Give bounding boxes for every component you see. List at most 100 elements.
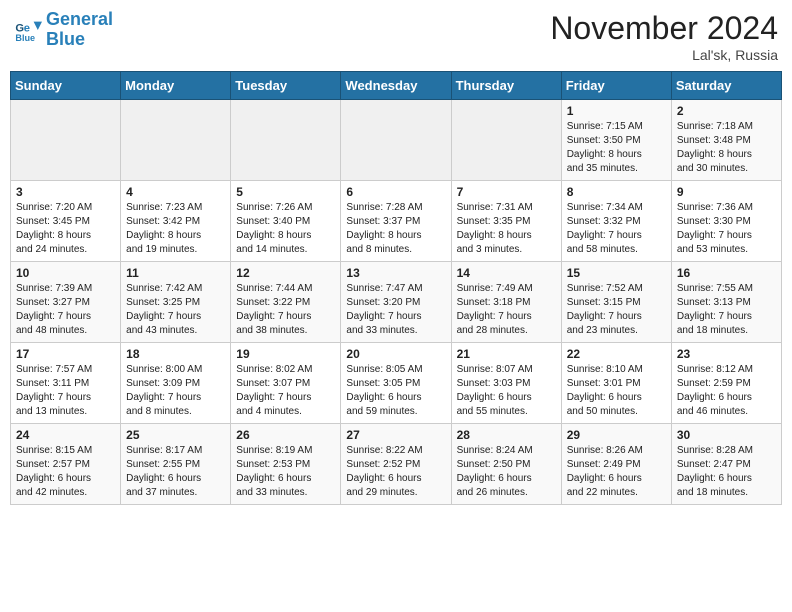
day-cell: 18 Sunrise: 8:00 AMSunset: 3:09 PMDayligh…	[121, 343, 231, 424]
day-cell: 14 Sunrise: 7:49 AMSunset: 3:18 PMDayligh…	[451, 262, 561, 343]
month-year: November 2024	[550, 10, 778, 47]
day-info: Sunrise: 8:26 AMSunset: 2:49 PMDaylight:…	[567, 444, 666, 500]
day-cell: 29 Sunrise: 8:26 AMSunset: 2:49 PMDayligh…	[561, 424, 671, 505]
day-number: 7	[457, 185, 556, 199]
day-cell: 20 Sunrise: 8:05 AMSunset: 3:05 PMDayligh…	[341, 343, 451, 424]
location: Lal'sk, Russia	[550, 47, 778, 63]
day-number: 29	[567, 428, 666, 442]
day-info: Sunrise: 7:42 AMSunset: 3:25 PMDaylight:…	[126, 282, 225, 338]
logo-text: General Blue	[46, 10, 113, 50]
day-cell: 1 Sunrise: 7:15 AMSunset: 3:50 PMDaylight…	[561, 100, 671, 181]
day-cell	[121, 100, 231, 181]
day-cell: 21Sunrise: 8:07 AMSunset: 3:03 PMDayligh…	[451, 343, 561, 424]
day-info: Sunrise: 8:05 AMSunset: 3:05 PMDaylight:…	[346, 363, 445, 419]
day-number: 2	[677, 104, 776, 118]
day-info: Sunrise: 7:26 AMSunset: 3:40 PMDaylight:…	[236, 201, 335, 257]
day-number: 17	[16, 347, 115, 361]
day-info: Sunrise: 8:10 AMSunset: 3:01 PMDaylight:…	[567, 363, 666, 419]
day-number: 23	[677, 347, 776, 361]
day-cell: 11 Sunrise: 7:42 AMSunset: 3:25 PMDayligh…	[121, 262, 231, 343]
day-info: Sunrise: 7:39 AMSunset: 3:27 PMDaylight:…	[16, 282, 115, 338]
day-info: Sunrise: 7:18 AMSunset: 3:48 PMDaylight:…	[677, 120, 776, 176]
day-info: Sunrise: 7:20 AMSunset: 3:45 PMDaylight:…	[16, 201, 115, 257]
week-row-1: 3 Sunrise: 7:20 AMSunset: 3:45 PMDaylight…	[11, 181, 782, 262]
day-number: 19	[236, 347, 335, 361]
day-info: Sunrise: 8:22 AMSunset: 2:52 PMDaylight:…	[346, 444, 445, 500]
calendar: SundayMondayTuesdayWednesdayThursdayFrid…	[10, 71, 782, 505]
day-cell: 25Sunrise: 8:17 AMSunset: 2:55 PMDayligh…	[121, 424, 231, 505]
day-number: 1	[567, 104, 666, 118]
day-info: Sunrise: 7:23 AMSunset: 3:42 PMDaylight:…	[126, 201, 225, 257]
week-row-0: 1 Sunrise: 7:15 AMSunset: 3:50 PMDaylight…	[11, 100, 782, 181]
day-number: 3	[16, 185, 115, 199]
day-number: 18	[126, 347, 225, 361]
day-info: Sunrise: 7:44 AMSunset: 3:22 PMDaylight:…	[236, 282, 335, 338]
day-cell: 12 Sunrise: 7:44 AMSunset: 3:22 PMDayligh…	[231, 262, 341, 343]
day-info: Sunrise: 7:55 AMSunset: 3:13 PMDaylight:…	[677, 282, 776, 338]
day-number: 15	[567, 266, 666, 280]
day-cell: 6Sunrise: 7:28 AMSunset: 3:37 PMDaylight…	[341, 181, 451, 262]
day-cell: 3 Sunrise: 7:20 AMSunset: 3:45 PMDaylight…	[11, 181, 121, 262]
logo-line1: General	[46, 9, 113, 29]
day-cell: 27 Sunrise: 8:22 AMSunset: 2:52 PMDayligh…	[341, 424, 451, 505]
day-cell: 10 Sunrise: 7:39 AMSunset: 3:27 PMDayligh…	[11, 262, 121, 343]
day-cell	[341, 100, 451, 181]
day-cell	[11, 100, 121, 181]
logo: G e Blue General Blue	[14, 10, 113, 50]
day-cell: 4 Sunrise: 7:23 AMSunset: 3:42 PMDaylight…	[121, 181, 231, 262]
day-info: Sunrise: 7:52 AMSunset: 3:15 PMDaylight:…	[567, 282, 666, 338]
day-info: Sunrise: 7:49 AMSunset: 3:18 PMDaylight:…	[457, 282, 556, 338]
weekday-header-friday: Friday	[561, 72, 671, 100]
day-info: Sunrise: 8:00 AMSunset: 3:09 PMDaylight:…	[126, 363, 225, 419]
day-info: Sunrise: 8:19 AMSunset: 2:53 PMDaylight:…	[236, 444, 335, 500]
header: G e Blue General Blue November 2024 Lal'…	[10, 10, 782, 63]
weekday-header-monday: Monday	[121, 72, 231, 100]
weekday-header-sunday: Sunday	[11, 72, 121, 100]
day-number: 10	[16, 266, 115, 280]
day-info: Sunrise: 8:15 AMSunset: 2:57 PMDaylight:…	[16, 444, 115, 500]
day-number: 21	[457, 347, 556, 361]
day-cell: 13 Sunrise: 7:47 AMSunset: 3:20 PMDayligh…	[341, 262, 451, 343]
logo-line2: Blue	[46, 29, 85, 49]
day-cell: 23 Sunrise: 8:12 AMSunset: 2:59 PMDayligh…	[671, 343, 781, 424]
day-number: 24	[16, 428, 115, 442]
day-info: Sunrise: 8:12 AMSunset: 2:59 PMDaylight:…	[677, 363, 776, 419]
weekday-header-row: SundayMondayTuesdayWednesdayThursdayFrid…	[11, 72, 782, 100]
logo-icon: G e Blue	[14, 16, 42, 44]
day-number: 9	[677, 185, 776, 199]
day-info: Sunrise: 7:31 AMSunset: 3:35 PMDaylight:…	[457, 201, 556, 257]
day-cell: 24 Sunrise: 8:15 AMSunset: 2:57 PMDayligh…	[11, 424, 121, 505]
day-number: 8	[567, 185, 666, 199]
day-info: Sunrise: 7:47 AMSunset: 3:20 PMDaylight:…	[346, 282, 445, 338]
day-number: 22	[567, 347, 666, 361]
day-info: Sunrise: 7:34 AMSunset: 3:32 PMDaylight:…	[567, 201, 666, 257]
day-cell	[231, 100, 341, 181]
weekday-header-saturday: Saturday	[671, 72, 781, 100]
day-number: 14	[457, 266, 556, 280]
day-cell: 17 Sunrise: 7:57 AMSunset: 3:11 PMDayligh…	[11, 343, 121, 424]
day-info: Sunrise: 8:17 AMSunset: 2:55 PMDaylight:…	[126, 444, 225, 500]
day-number: 12	[236, 266, 335, 280]
day-number: 20	[346, 347, 445, 361]
day-number: 13	[346, 266, 445, 280]
day-number: 27	[346, 428, 445, 442]
day-cell	[451, 100, 561, 181]
day-info: Sunrise: 7:36 AMSunset: 3:30 PMDaylight:…	[677, 201, 776, 257]
day-number: 11	[126, 266, 225, 280]
day-cell: 28 Sunrise: 8:24 AMSunset: 2:50 PMDayligh…	[451, 424, 561, 505]
day-cell: 9 Sunrise: 7:36 AMSunset: 3:30 PMDaylight…	[671, 181, 781, 262]
day-cell: 16 Sunrise: 7:55 AMSunset: 3:13 PMDayligh…	[671, 262, 781, 343]
day-info: Sunrise: 7:57 AMSunset: 3:11 PMDaylight:…	[16, 363, 115, 419]
day-cell: 2 Sunrise: 7:18 AMSunset: 3:48 PMDaylight…	[671, 100, 781, 181]
day-number: 28	[457, 428, 556, 442]
weekday-header-thursday: Thursday	[451, 72, 561, 100]
day-cell: 5Sunrise: 7:26 AMSunset: 3:40 PMDaylight…	[231, 181, 341, 262]
weekday-header-wednesday: Wednesday	[341, 72, 451, 100]
day-number: 4	[126, 185, 225, 199]
day-info: Sunrise: 8:28 AMSunset: 2:47 PMDaylight:…	[677, 444, 776, 500]
day-number: 26	[236, 428, 335, 442]
day-cell: 15 Sunrise: 7:52 AMSunset: 3:15 PMDayligh…	[561, 262, 671, 343]
day-info: Sunrise: 8:24 AMSunset: 2:50 PMDaylight:…	[457, 444, 556, 500]
day-number: 16	[677, 266, 776, 280]
day-info: Sunrise: 7:15 AMSunset: 3:50 PMDaylight:…	[567, 120, 666, 176]
